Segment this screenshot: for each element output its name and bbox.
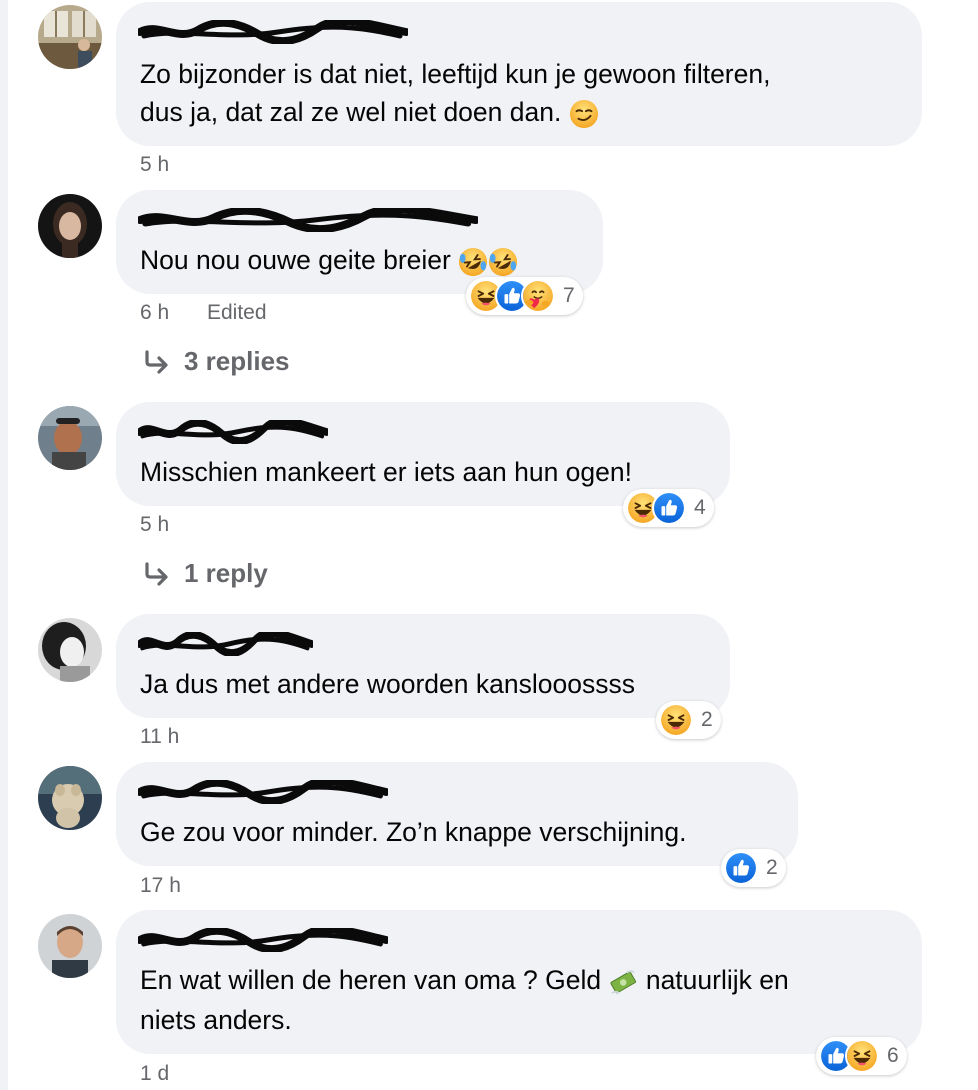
reaction-summary[interactable]: 6 <box>816 1037 907 1075</box>
comment-text: En wat willen de heren van oma ? Geld na… <box>140 965 789 997</box>
comment-text-line2: dus ja, dat zal ze wel niet doen dan. <box>140 92 599 132</box>
smirk-emoji-icon <box>569 99 599 129</box>
comment-bubble: Ja dus met andere woorden kanslooossss <box>116 614 730 718</box>
reaction-count: 7 <box>563 284 575 307</box>
redacted-author-name <box>138 928 388 952</box>
reaction-count: 2 <box>766 856 778 879</box>
avatar[interactable] <box>38 194 102 258</box>
comment-text: Nou nou ouwe geite breier <box>140 240 518 280</box>
comment-bubble: En wat willen de heren van oma ? Geld na… <box>116 910 922 1054</box>
reaction-count: 2 <box>701 708 713 731</box>
comment-timestamp[interactable]: 5 h <box>140 513 169 537</box>
care-icon <box>521 279 555 313</box>
avatar[interactable] <box>38 406 102 470</box>
rofl-emoji-icon <box>458 247 488 277</box>
comment-timestamp[interactable]: 11 h <box>140 725 179 749</box>
comment-bubble: Zo bijzonder is dat niet, leeftijd kun j… <box>116 2 922 146</box>
reaction-count: 6 <box>887 1044 899 1067</box>
page-left-edge <box>0 0 8 1090</box>
reaction-summary[interactable]: 2 <box>721 849 786 887</box>
haha-icon <box>659 703 693 737</box>
redacted-author-name <box>138 208 478 232</box>
comment-text: Ge zou voor minder. Zo’n knappe verschij… <box>140 817 687 847</box>
comment-text: Misschien mankeert er iets aan hun ogen! <box>140 457 632 487</box>
reaction-count: 4 <box>694 496 706 519</box>
money-with-wings-emoji-icon <box>608 967 638 997</box>
comment-timestamp[interactable]: 6 h <box>140 301 169 325</box>
comment-timestamp[interactable]: 5 h <box>140 153 169 177</box>
redacted-author-name <box>138 780 388 804</box>
like-icon <box>652 491 686 525</box>
reply-arrow-icon <box>144 350 170 374</box>
avatar[interactable] <box>38 5 102 69</box>
redacted-author-name <box>138 420 328 444</box>
reaction-summary[interactable]: 7 <box>466 277 583 315</box>
haha-icon <box>845 1039 879 1073</box>
rofl-emoji-icon <box>488 247 518 277</box>
reaction-summary[interactable]: 4 <box>623 489 714 527</box>
redacted-author-name <box>138 20 408 44</box>
comment-text: Ja dus met andere woorden kanslooossss <box>140 669 635 699</box>
comment-bubble: Ge zou voor minder. Zo’n knappe verschij… <box>116 762 798 866</box>
reaction-summary[interactable]: 2 <box>656 701 721 739</box>
like-icon <box>724 851 758 885</box>
comment-text-line2: niets anders. <box>140 1005 292 1035</box>
comment-timestamp[interactable]: 17 h <box>140 874 181 898</box>
replies-label: 1 reply <box>184 558 268 588</box>
avatar[interactable] <box>38 766 102 830</box>
view-replies-link[interactable]: 3 replies <box>144 346 290 377</box>
replies-label: 3 replies <box>184 346 290 376</box>
comment-text: Zo bijzonder is dat niet, leeftijd kun j… <box>140 59 771 89</box>
view-replies-link[interactable]: 1 reply <box>144 558 268 589</box>
reply-arrow-icon <box>144 562 170 586</box>
comment-timestamp[interactable]: 1 d <box>140 1062 169 1086</box>
avatar[interactable] <box>38 914 102 978</box>
avatar[interactable] <box>38 618 102 682</box>
redacted-author-name <box>138 632 313 656</box>
edited-label[interactable]: Edited <box>207 301 267 325</box>
